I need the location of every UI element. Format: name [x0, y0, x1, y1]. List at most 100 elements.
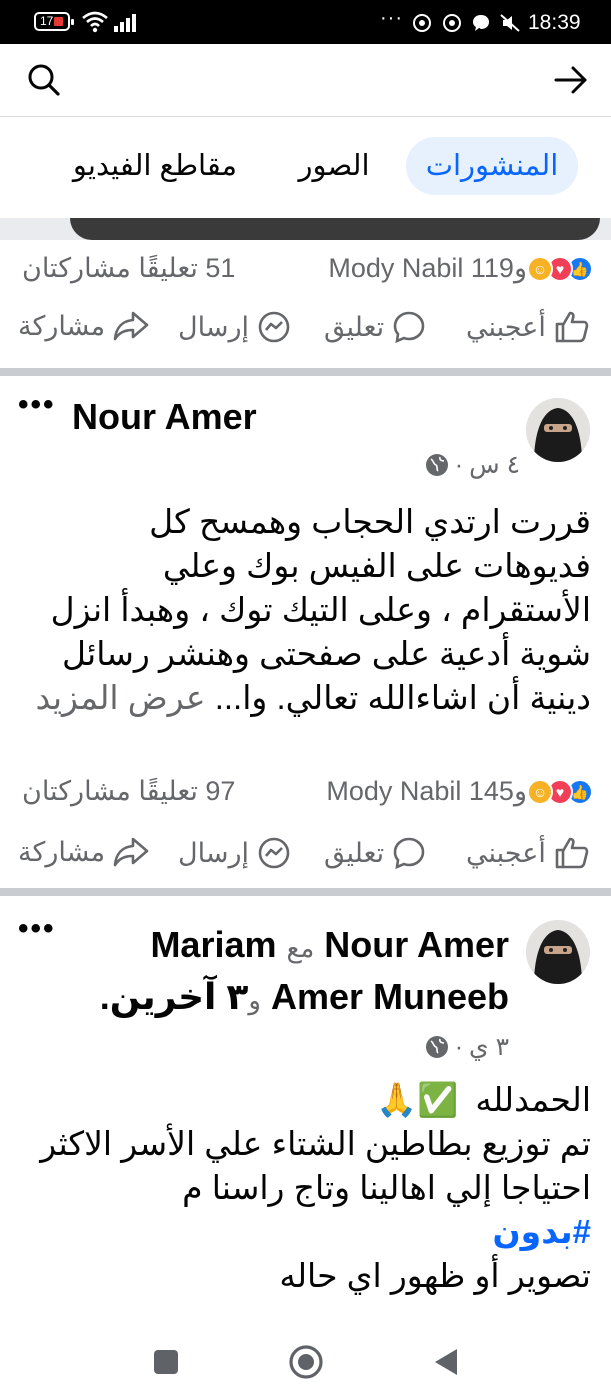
post1-reactions-row: 97 تعليقًا مشاركتان Mody Nabil و145 👍 ♥ … [0, 772, 611, 812]
comment-icon [393, 311, 425, 344]
share-label: مشاركة [18, 836, 106, 867]
system-navigation-bar [0, 1325, 611, 1400]
globe-icon [425, 1036, 448, 1058]
share-icon [113, 837, 149, 867]
post1-stats[interactable]: 97 تعليقًا مشاركتان [22, 776, 235, 807]
check-and-pray-emoji: ✅🙏 [376, 1081, 459, 1118]
send-button[interactable]: إرسال [178, 836, 291, 870]
post1-body-last: دينية أن اشاءالله تعالي. وا... [214, 679, 591, 716]
post1-body: قررت ارتدي الحجاب وهمسح كل فديوهات على ا… [16, 500, 591, 720]
post1-body-last-line: دينية أن اشاءالله تعالي. وا... عرض المزي… [16, 676, 591, 720]
send-label: إرسال [178, 311, 250, 342]
post2-others[interactable]: ٣ آخرين [110, 976, 249, 1017]
signal-icon [114, 14, 136, 32]
post0-stats[interactable]: 51 تعليقًا مشاركتان [22, 253, 235, 284]
post2-header-line2: Amer Muneeb و٣ آخرين. [99, 976, 509, 1017]
comment-button[interactable]: تعليق [324, 836, 426, 870]
share-label: مشاركة [18, 310, 106, 341]
post2-meta: ٣ ي · [425, 1032, 509, 1062]
post2-line1-text: الحمدلله [475, 1081, 591, 1118]
chrome-icon-2 [443, 14, 461, 32]
post0-reactions-row: 51 تعليقًا مشاركتان Mody Nabil و119 👍 ♥ … [0, 249, 611, 289]
post2-author[interactable]: Nour Amer [324, 924, 509, 965]
more-notifications-icon: ··· [380, 7, 403, 29]
share-button[interactable]: مشاركة [18, 836, 149, 868]
search-header [0, 44, 611, 116]
tab-photos[interactable]: الصور [288, 137, 380, 195]
post-separator [0, 888, 611, 896]
like-button[interactable]: أعجبني [466, 310, 590, 344]
post1-avatar[interactable] [526, 398, 590, 462]
post1-body-line: قررت ارتدي الحجاب وهمسح كل [149, 503, 591, 540]
post-separator [0, 368, 611, 376]
messenger-icon [258, 311, 290, 343]
comment-label: تعليق [324, 837, 385, 868]
post1-body-line: الأستقرام ، وعلى التيك توك ، وهبدأ انزل [50, 591, 591, 628]
see-more-link[interactable]: عرض المزيد [36, 679, 206, 716]
share-icon [113, 311, 149, 341]
post1-time[interactable]: ٤ س [469, 450, 520, 480]
post1-reactions-text: Mody Nabil و145 [326, 776, 527, 806]
post2-time[interactable]: ٣ ي [469, 1032, 509, 1062]
post0-reactions-text: Mody Nabil و119 [328, 253, 527, 283]
comment-label: تعليق [324, 311, 385, 342]
profile-tabs: مقاطع الفيديو الصور المنشورات [0, 117, 611, 217]
post0-reactions[interactable]: Mody Nabil و119 👍 ♥ ☺ [328, 253, 593, 284]
home-icon[interactable] [288, 1344, 324, 1380]
post1-more-options[interactable]: ••• [18, 388, 56, 422]
post2-body-line: احتياجا إلي اهالينا وتاج راسنا م [182, 1169, 591, 1206]
like-label: أعجبني [466, 837, 546, 868]
post1-body-line: فديوهات على الفيس بوك وعلي [162, 547, 591, 584]
chrome-icon [413, 14, 431, 32]
send-label: إرسال [178, 837, 250, 868]
post1-author[interactable]: Nour Amer [72, 396, 257, 438]
messenger-icon [258, 837, 290, 869]
send-button[interactable]: إرسال [178, 310, 291, 344]
post2-avatar[interactable] [526, 920, 590, 984]
battery-level: 17 [40, 14, 54, 28]
battery-icon: 17 [34, 12, 74, 31]
thumbs-up-icon [555, 311, 589, 343]
post1-meta: ٤ س · [425, 450, 520, 480]
globe-icon [425, 454, 448, 476]
mute-icon [500, 14, 520, 32]
care-reaction-icon: ☺ [527, 778, 553, 805]
clock: 18:39 [528, 11, 581, 34]
arrow-right-icon[interactable] [553, 62, 589, 98]
post1-actions: مشاركة إرسال تعليق أعجبني [0, 826, 611, 886]
tab-posts[interactable]: المنشورات [406, 137, 578, 195]
care-reaction-icon: ☺ [527, 255, 553, 282]
post0-actions: مشاركة إرسال تعليق أعجبني [0, 300, 611, 360]
post2-body-line: تم توزيع بطاطين الشتاء علي الأسر الاكثر [40, 1125, 591, 1162]
reaction-icons: 👍 ♥ ☺ [527, 778, 593, 805]
back-icon[interactable] [433, 1347, 459, 1377]
post2-tagged-1[interactable]: Mariam [150, 924, 276, 965]
post-image[interactable] [0, 218, 611, 240]
search-icon[interactable] [26, 62, 62, 98]
post1-body-line: شوية أدعية على صفحتى وهنشر رسائل [62, 635, 591, 672]
comment-icon [393, 837, 425, 870]
hashtag-link[interactable]: #بدون [16, 1210, 591, 1254]
wifi-icon [82, 11, 108, 33]
reaction-icons: 👍 ♥ ☺ [527, 255, 593, 282]
share-button[interactable]: مشاركة [18, 310, 149, 342]
post2-more-options[interactable]: ••• [18, 912, 56, 946]
recent-apps-icon[interactable] [153, 1349, 179, 1375]
tab-videos[interactable]: مقاطع الفيديو [64, 137, 246, 195]
avatar-image [526, 398, 590, 462]
post1-reactions[interactable]: Mody Nabil و145 👍 ♥ ☺ [326, 776, 593, 807]
like-label: أعجبني [466, 311, 546, 342]
message-icon [473, 15, 489, 31]
post2-header-line1: Nour Amer مع Mariam [150, 924, 509, 966]
post2-body-line: تصوير أو ظهور اي حاله [279, 1257, 591, 1294]
post2-body: الحمدلله ✅🙏 تم توزيع بطاطين الشتاء علي ا… [16, 1078, 591, 1298]
and-label: و [248, 985, 261, 1015]
thumbs-up-icon [555, 837, 589, 869]
post2-line1: الحمدلله ✅🙏 [16, 1078, 591, 1122]
post2-tagged-2[interactable]: Amer Muneeb [271, 976, 509, 1017]
avatar-image [526, 920, 590, 984]
with-label: مع [286, 933, 315, 963]
comment-button[interactable]: تعليق [324, 310, 426, 344]
status-bar: 17 ··· 18:39 [0, 0, 611, 44]
like-button[interactable]: أعجبني [466, 836, 590, 870]
